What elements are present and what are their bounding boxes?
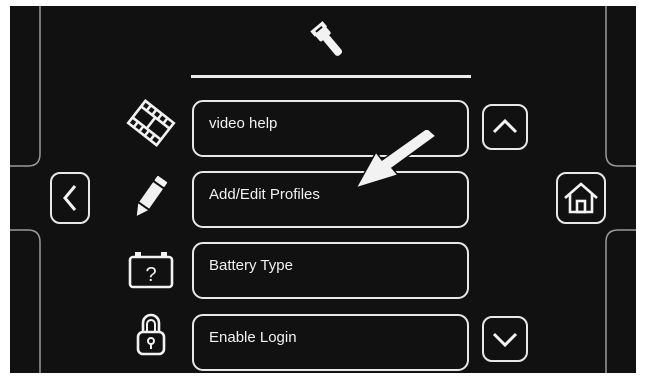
arrow-icon xyxy=(354,130,438,190)
home-icon xyxy=(564,182,598,214)
menu-item-label: Enable Login xyxy=(209,329,297,346)
wrench-icon xyxy=(310,21,343,56)
menu-item-battery-type[interactable]: Battery Type xyxy=(192,242,469,299)
menu-item-label: Battery Type xyxy=(209,257,293,274)
menu-item-enable-login[interactable]: Enable Login xyxy=(192,314,469,371)
svg-text:?: ? xyxy=(145,264,156,286)
scroll-up-button[interactable] xyxy=(482,104,528,150)
menu-item-label: Add/Edit Profiles xyxy=(209,186,320,203)
padlock-icon xyxy=(136,313,166,356)
chevron-down-icon xyxy=(492,332,518,348)
settings-screen: video help Add/Edit Profiles ? Battery T… xyxy=(10,6,636,373)
chevron-left-icon xyxy=(63,185,77,211)
battery-question-icon: ? xyxy=(128,252,174,289)
header-divider xyxy=(191,75,471,78)
chevron-up-icon xyxy=(492,118,518,134)
home-button[interactable] xyxy=(556,172,606,224)
back-button[interactable] xyxy=(50,172,90,224)
film-icon xyxy=(126,99,176,147)
scroll-down-button[interactable] xyxy=(482,316,528,362)
pencil-icon xyxy=(136,175,168,216)
menu-item-label: video help xyxy=(209,115,278,132)
